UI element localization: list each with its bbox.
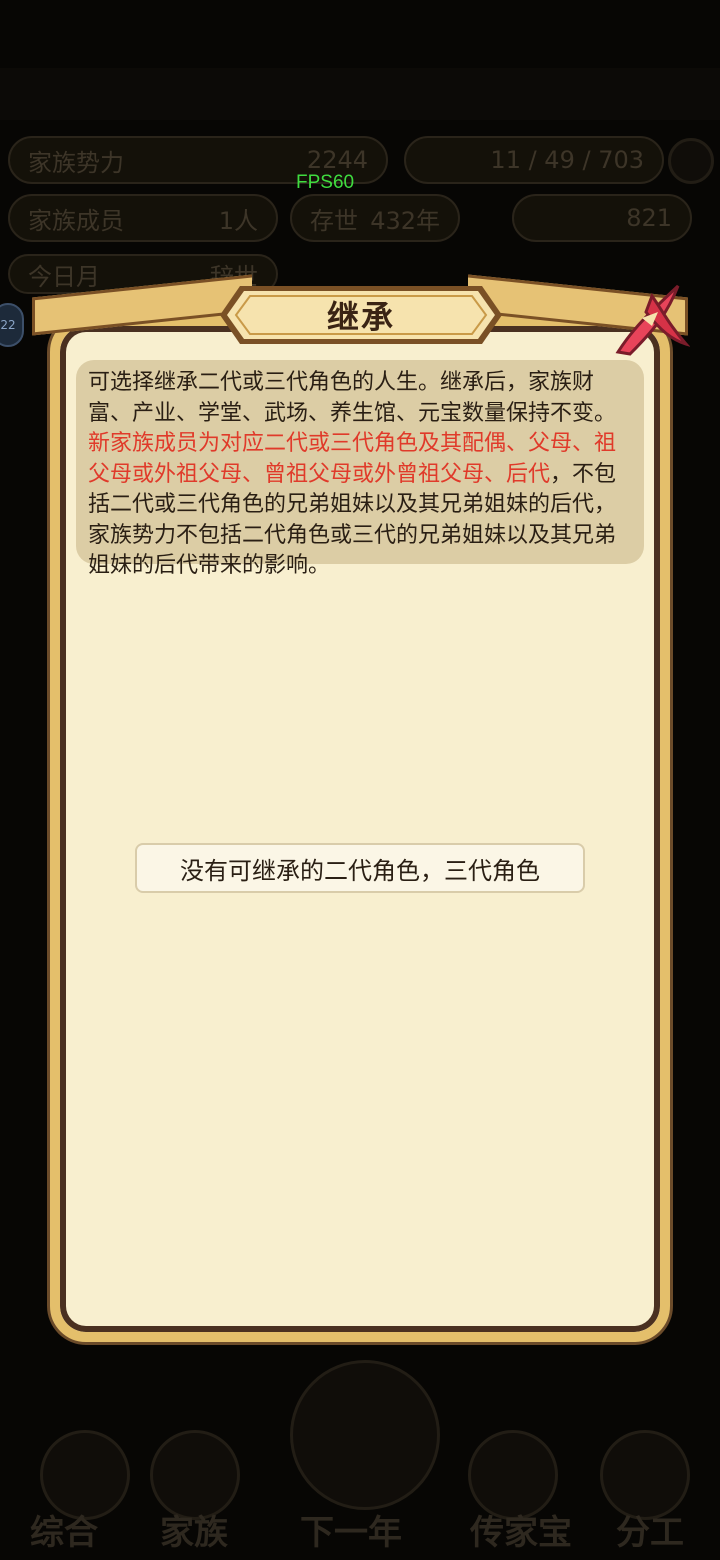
family-power-value: 2244 [306,146,368,174]
help-icon [668,138,714,184]
members-pill: 家族成员 1人 [8,194,278,242]
members-label: 家族成员 [28,206,124,235]
empty-state-message: 没有可继承的二代角色，三代角色 [135,843,585,893]
gold-value: 821 [626,204,672,232]
next-year-emblem [290,1360,440,1510]
existence-label: 存世 [310,206,358,235]
family-power-label: 家族势力 [28,148,124,177]
dialog-title-plate: 继承 [218,284,504,346]
existence-value: 432年 [370,206,440,235]
members-value: 1人 [218,206,258,235]
inheritance-description: 可选择继承二代或三代角色的人生。继承后，家族财富、产业、学堂、武场、养生馆、元宝… [76,360,644,578]
nav-family: 家族 [160,1513,228,1553]
side-level-badge: 22 [0,303,24,347]
description-text: 可选择继承二代或三代角色的人生。继承后，家族财富、产业、学堂、武场、养生馆、元宝… [88,370,617,426]
top-bar [0,68,720,120]
nav-division: 分工 [616,1513,684,1553]
description-highlight: 新家族成员为对应二代或三代角色及其配偶、父母、祖父母或外祖父母、曾祖父母或外曾祖… [88,431,617,487]
gold-pill: 821 [512,194,692,242]
existence-pill: 存世 432年 [290,194,460,242]
nav-next-year: 下一年 [300,1513,402,1553]
dialog-title: 继承 [326,298,395,336]
close-icon [615,284,691,356]
nav-overview: 综合 [30,1513,98,1553]
nav-heirloom: 传家宝 [470,1513,572,1553]
close-button[interactable] [612,282,691,356]
resources-pill: 11 / 49 / 703 [404,136,664,184]
fps-counter: FPS60 [296,172,355,193]
resources-value: 11 / 49 / 703 [490,146,644,174]
